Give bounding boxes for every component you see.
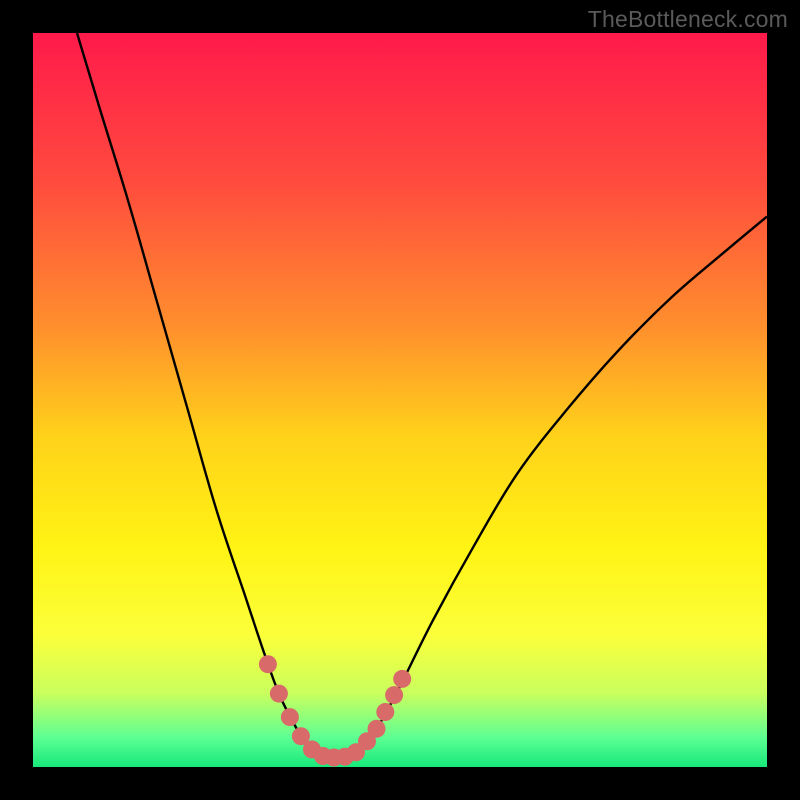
highlight-dot [393, 670, 411, 688]
highlight-dot [376, 703, 394, 721]
highlight-dot [281, 708, 299, 726]
chart-svg [33, 33, 767, 767]
highlight-dot [368, 720, 386, 738]
highlight-dot [270, 685, 288, 703]
highlight-dot [385, 686, 403, 704]
outer-black-frame: TheBottleneck.com [0, 0, 800, 800]
highlight-dot [259, 655, 277, 673]
gradient-plot-area [33, 33, 767, 767]
gradient-background [33, 33, 767, 767]
watermark-text: TheBottleneck.com [588, 6, 788, 33]
